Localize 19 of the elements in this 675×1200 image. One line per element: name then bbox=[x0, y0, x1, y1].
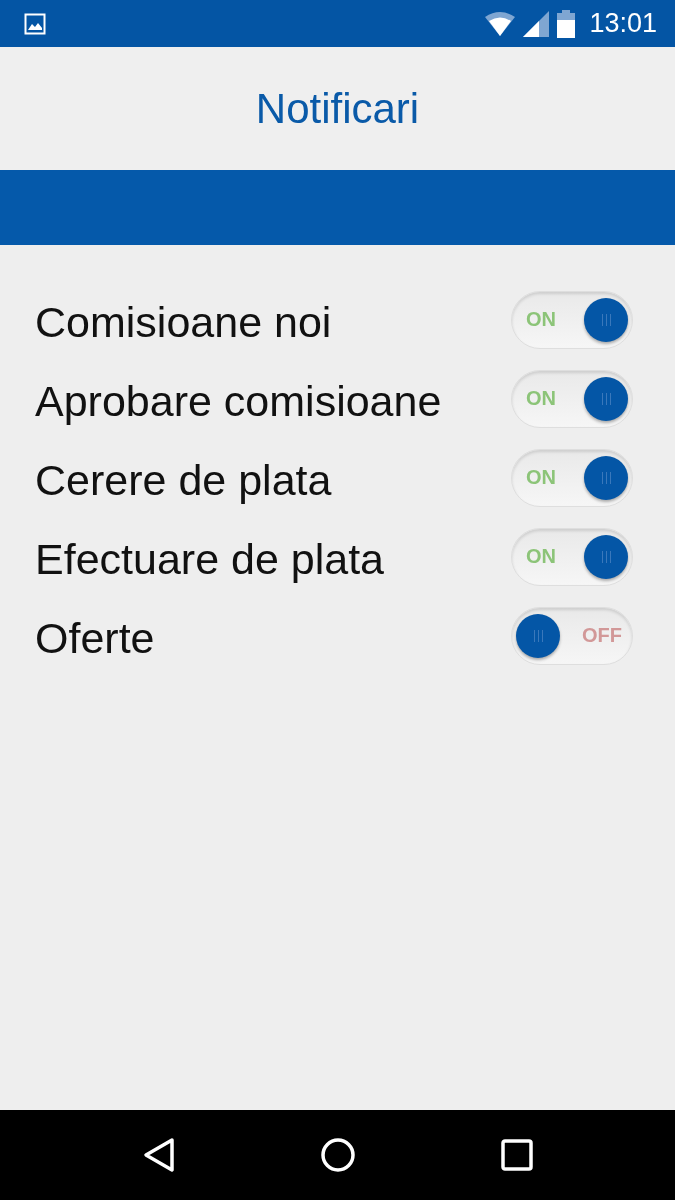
setting-label: Cerere de plata bbox=[35, 456, 332, 505]
toggle-switch[interactable]: ON bbox=[511, 448, 633, 507]
clock-time: 13:01 bbox=[589, 8, 657, 39]
back-icon[interactable] bbox=[142, 1137, 177, 1173]
setting-label: Comisioane noi bbox=[35, 298, 332, 347]
toggle-switch[interactable]: OFF bbox=[511, 606, 633, 665]
toggle-switch[interactable]: ON bbox=[511, 527, 633, 586]
image-icon bbox=[24, 12, 46, 35]
page-title: Notificari bbox=[255, 84, 420, 133]
battery-icon bbox=[557, 9, 576, 38]
signal-icon bbox=[523, 10, 550, 37]
toggle-switch[interactable]: ON bbox=[511, 290, 633, 349]
home-icon[interactable] bbox=[320, 1137, 357, 1173]
recents-icon[interactable] bbox=[500, 1139, 533, 1171]
wifi-icon bbox=[485, 11, 516, 36]
toggle-switch[interactable]: ON bbox=[511, 369, 633, 428]
setting-label: Oferte bbox=[35, 614, 155, 663]
setting-label: Efectuare de plata bbox=[35, 535, 385, 584]
setting-label: Aprobare comisioane bbox=[35, 377, 442, 426]
